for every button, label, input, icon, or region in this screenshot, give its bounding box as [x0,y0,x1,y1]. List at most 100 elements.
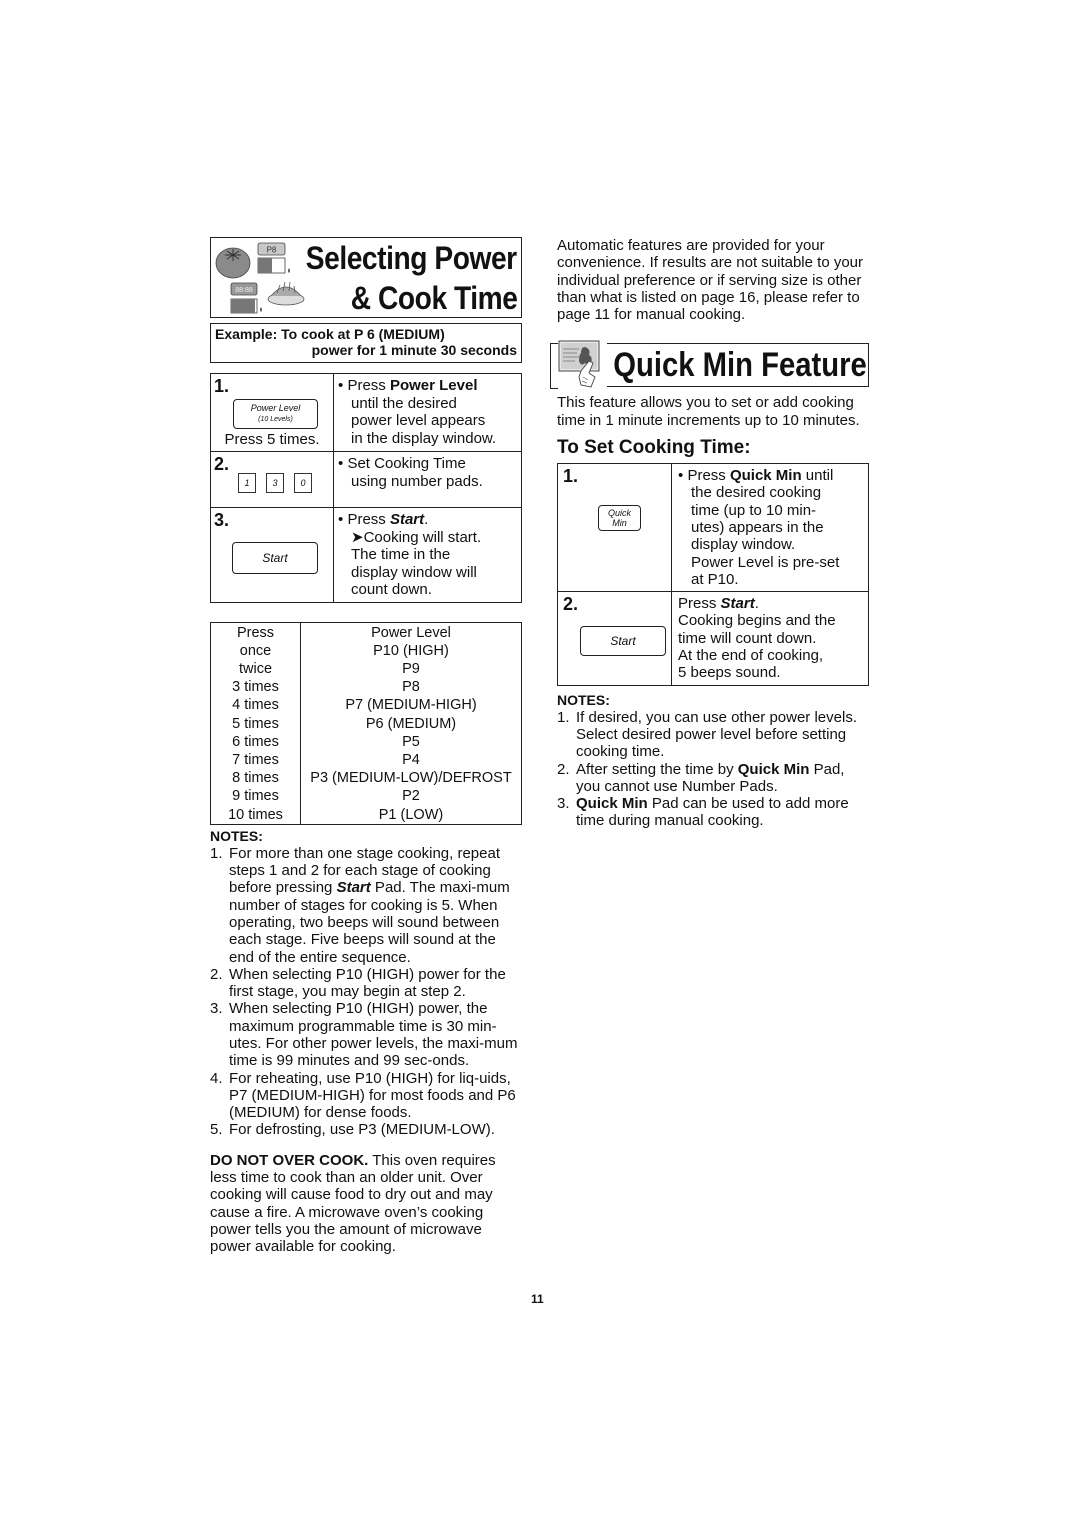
selecting-power-section: P8 88:88 Selecting Power & Cook Time Exa… [210,237,522,1256]
number-pad[interactable]: 0 [294,473,312,493]
instruction-bold: Power Level [389,377,478,394]
instruction-text: Set Cooking Time [347,455,466,472]
table-row: 3 times P8 [210,678,522,697]
table-row: 4 times P7 (MEDIUM-HIGH) [210,696,522,715]
note-item: 1. For more than one stage cooking, repea… [210,845,522,966]
press-count-cell: 9 times [210,787,301,806]
table-row: 6 times P5 [210,732,522,751]
pad-label: Power Level [250,403,301,413]
start-pad[interactable]: Start [232,542,318,574]
pad-label: Quick [607,508,631,519]
instruction-line: utes) appears in the [691,518,824,536]
table-row: 8 times P3 (MEDIUM-LOW)/DEFROST [210,769,522,788]
step-number: 2. [214,454,230,474]
bullet: • [678,467,684,485]
note-number: 2. [210,965,223,983]
note-text: After setting the time by [576,760,738,778]
example-box: Example: To cook at P 6 (MEDIUM) power f… [210,323,522,363]
power-level-cell: P4 [402,751,420,768]
instruction-line: until the desired [351,394,457,412]
instruction-line: using number pads. [351,472,483,490]
note-text: For reheating, use P10 (HIGH) for liq-ui… [229,1069,516,1122]
step-instruction: • Set Cooking Time [338,455,517,473]
warning-bold: DO NOT OVER COOK. [210,1151,369,1169]
step-instruction: • Press Quick Min until [678,467,862,484]
subheading: To Set Cooking Time: [557,437,751,459]
step-number: 1. [563,466,579,487]
instruction-line: time (up to 10 min- [691,501,817,519]
instruction-line: display window. [691,536,796,554]
overcook-warning: DO NOT OVER COOK. This oven requires les… [210,1152,522,1256]
note-text: If desired, you can use other power leve… [576,708,857,761]
instruction-line: the desired cooking [691,484,822,502]
press-count-cell: 3 times [210,678,301,697]
press-count-cell: 10 times [210,805,301,825]
section-title-line2: & Cook Time [350,280,517,316]
note-item: 2. When selecting P10 (HIGH) power for th… [210,966,522,1001]
note-number: 3. [557,795,570,813]
power-level-cell: P3 (MEDIUM-LOW)/DEFROST [310,770,512,787]
table-row: 5 times P6 (MEDIUM) [210,714,522,733]
note-number: 1. [557,708,570,726]
note-number: 2. [557,760,570,778]
quick-min-steps-table: 1. Quick Min • Press Quick Min until the… [557,463,869,686]
bullet: • [338,455,344,472]
quick-min-pad[interactable]: Quick Min [598,505,641,532]
note-item: 5. For defrosting, use P3 (MEDIUM-LOW). [210,1121,522,1138]
hand-pressing-panel-icon [558,340,600,388]
note-item: 3. Quick Min Pad can be used to add more … [557,795,869,830]
instruction-line: time will count down. [678,629,817,647]
power-level-table: Press Power Level once P10 (HIGH) twice P9 3 t… [210,621,522,825]
column-header: Power Level [371,624,451,641]
power-level-cell: P6 (MEDIUM) [365,715,457,732]
svg-text:88:88: 88:88 [235,287,253,294]
instruction-line: Cooking begins and the [678,612,836,630]
power-table-header: Press Power Level [210,622,522,642]
number-pad[interactable]: 3 [266,473,284,493]
instruction-line: Power Level is pre-set [691,553,840,571]
table-row: 9 times P2 [210,787,522,806]
note-number: 4. [210,1069,223,1087]
instruction-bold: Quick Min [729,467,802,485]
instruction-text: . [424,511,429,528]
step-row-2: 2. 1 3 0 • Set Cooking Time using number… [210,451,522,508]
power-level-cell: P1 (LOW) [378,806,444,823]
instruction-line: The time in the [351,546,451,563]
food-and-display-illustration-icon: P8 88:88 [215,242,305,314]
note-text: When selecting P10 (HIGH) power for the … [229,965,506,1001]
note-number: 5. [210,1121,223,1139]
press-count-cell: 7 times [210,750,301,770]
table-row: 7 times P4 [210,750,522,770]
instruction-text: until [801,467,834,485]
notes-heading: NOTES: [557,691,610,708]
instruction-text: Cooking will start. [363,528,482,546]
note-item: 2. After setting the time by Quick Min Pa… [557,761,869,796]
press-count-cell: 6 times [210,732,301,751]
instruction-bold-italic: Start [720,595,755,613]
section-header-quick-min: Quick Min Feature [550,339,869,390]
step-instruction: Press Start. [678,595,862,612]
table-row: twice P9 [210,659,522,679]
instruction-line: at P10. [691,570,739,588]
pad-label: Min [612,518,627,529]
instruction-line: At the end of cooking, [678,647,824,665]
press-count-cell: once [210,641,301,660]
step-number: 2. [563,594,579,615]
step-row-1: 1. Quick Min • Press Quick Min until the… [557,463,869,593]
note-bold-italic: Start [336,879,371,897]
instruction-line: count down. [351,581,432,598]
note-text: When selecting P10 (HIGH) power, the max… [229,1000,518,1070]
page-number: 11 [531,1292,544,1306]
press-count-cell: 8 times [210,769,301,788]
number-pad[interactable]: 1 [238,473,256,493]
section-title-line1: Selecting Power [306,240,517,276]
start-pad[interactable]: Start [580,626,666,657]
instruction-line: power level appears [351,412,486,429]
quick-min-section: Automatic features are provided for your… [550,237,869,830]
power-level-pad[interactable]: Power Level (10 Levels) [233,399,318,429]
power-level-cell: P2 [402,788,420,805]
example-line2: power for 1 minute 30 seconds [311,342,517,358]
arrow-icon: ➤ [351,528,364,546]
step-instruction: • Press Start. [338,511,517,529]
step-row-2: 2. Start Press Start. Cooking begins and… [557,591,869,686]
